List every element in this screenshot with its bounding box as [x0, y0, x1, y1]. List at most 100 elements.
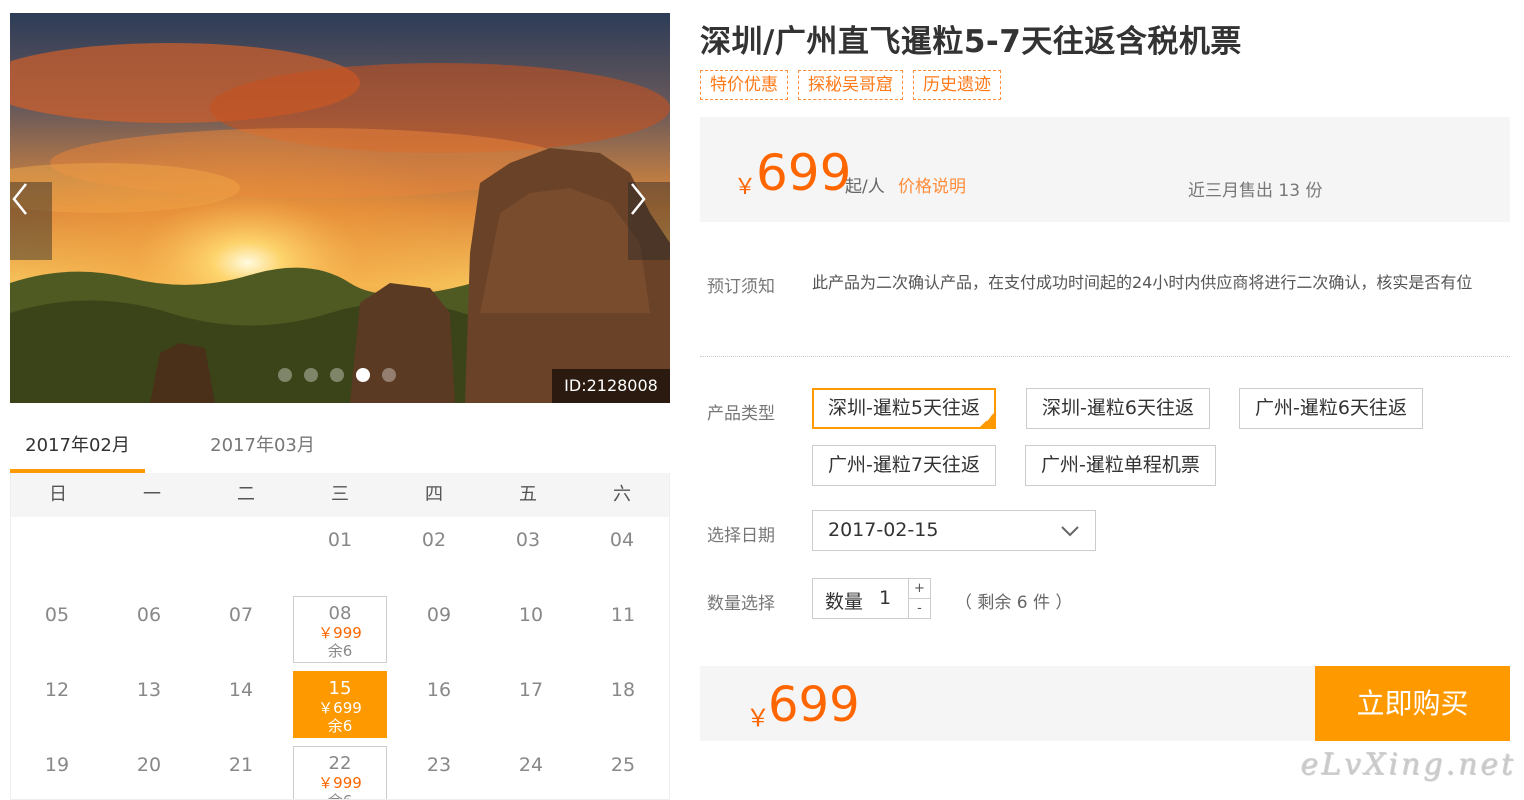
day-number	[105, 517, 199, 529]
quantity-field-label: 数量	[825, 591, 864, 613]
calendar-day: 09	[393, 592, 485, 667]
day-price: ￥999	[318, 624, 362, 642]
calendar-day: 07	[195, 592, 287, 667]
day-number: 07	[228, 604, 254, 626]
sold-count: 近三月售出 13 份	[1188, 181, 1323, 201]
tab-month-feb[interactable]: 2017年02月	[10, 425, 145, 473]
day-number: 23	[426, 754, 452, 776]
option-sz-siem-5d[interactable]: 深圳-暹粒5天往返 ✓	[812, 388, 996, 429]
carousel-dot[interactable]	[304, 368, 318, 382]
price-explain-link[interactable]: 价格说明	[898, 172, 966, 197]
day-number: 22	[328, 753, 352, 774]
option-gz-siem-oneway[interactable]: 广州-暹粒单程机票	[1025, 445, 1216, 486]
buy-now-button[interactable]: 立即购买	[1315, 666, 1510, 741]
carousel-next-button[interactable]	[628, 182, 670, 260]
day-number	[11, 517, 105, 529]
calendar-day: 21	[195, 742, 287, 799]
buy-bar: ￥ 699 立即购买	[700, 666, 1510, 741]
calendar-day: 19	[11, 742, 103, 799]
quantity-label: 数量选择	[707, 594, 775, 614]
chevron-left-icon	[12, 183, 27, 215]
calendar-day-available[interactable]: 15 ￥699 余6	[293, 671, 387, 738]
calendar-day-available[interactable]: 08 ￥999 余6	[293, 596, 387, 663]
calendar-weekday-header: 日 一 二 三 四 五 六	[11, 473, 669, 517]
calendar-day: 01	[293, 517, 387, 592]
carousel-image	[10, 13, 670, 403]
calendar-week-row: 12 13 14 15 ￥699 余6 16 17 18	[11, 667, 669, 742]
day-number: 14	[228, 679, 254, 701]
product-tags: 特价优惠 探秘吴哥窟 历史遗迹	[700, 70, 1001, 100]
carousel-prev-button[interactable]	[10, 182, 52, 260]
weekday-label: 三	[331, 484, 349, 505]
calendar-day: 06	[103, 592, 195, 667]
calendar-day	[11, 517, 105, 592]
day-number: 18	[610, 679, 636, 701]
day-number: 16	[426, 679, 452, 701]
weekday-label: 五	[519, 484, 537, 505]
calendar-day: 02	[387, 517, 481, 592]
day-number: 15	[328, 678, 352, 699]
chevron-down-icon	[1061, 526, 1079, 537]
day-stock: 余6	[294, 792, 386, 799]
day-number: 17	[518, 679, 544, 701]
day-number: 21	[228, 754, 254, 776]
date-select[interactable]: 2017-02-15	[812, 510, 1096, 551]
day-number: 05	[44, 604, 70, 626]
tag-badge: 探秘吴哥窟	[798, 70, 903, 100]
calendar-day: 23	[393, 742, 485, 799]
calendar-day: 25	[577, 742, 669, 799]
price-unit: 起/人	[845, 177, 885, 197]
day-number: 04	[609, 529, 635, 551]
option-gz-siem-6d[interactable]: 广州-暹粒6天往返	[1239, 388, 1423, 429]
calendar-week-row: 01 02 03 04	[11, 517, 669, 592]
product-title: 深圳/广州直飞暹粒5-7天往返含税机票	[700, 24, 1242, 60]
day-number: 20	[136, 754, 162, 776]
calendar-day-available[interactable]: 22￥999余6	[293, 746, 387, 799]
price-calendar: 日 一 二 三 四 五 六 01 02 03 04 05 06 07 08 ￥999 余6 09 10…	[10, 473, 670, 800]
date-label: 选择日期	[707, 526, 775, 546]
calendar-day: 05	[11, 592, 103, 667]
divider	[700, 356, 1510, 357]
option-label: 广州-暹粒6天往返	[1255, 397, 1407, 419]
calendar-day: 13	[103, 667, 195, 742]
calendar-day: 12	[11, 667, 103, 742]
site-watermark: eLvXing.net	[1300, 747, 1516, 782]
quantity-input[interactable]: 1	[879, 587, 909, 609]
day-price: ￥999	[318, 774, 362, 792]
day-number: 25	[610, 754, 636, 776]
option-label: 深圳-暹粒5天往返	[828, 397, 980, 419]
tag-badge: 历史遗迹	[913, 70, 1001, 100]
notice-label: 预订须知	[707, 277, 775, 297]
tag-badge: 特价优惠	[700, 70, 788, 100]
day-number: 03	[515, 529, 541, 551]
calendar-grid: 01 02 03 04 05 06 07 08 ￥999 余6 09 10 11 12 13 14 15 ￥699…	[11, 517, 669, 799]
option-label: 深圳-暹粒6天往返	[1042, 397, 1194, 419]
photo-carousel: ID:2128008	[10, 13, 670, 403]
calendar-day: 11	[577, 592, 669, 667]
quantity-decrease-button[interactable]: -	[909, 599, 930, 619]
notice-text: 此产品为二次确认产品，在支付成功时间起的24小时内供应商将进行二次确认，核实是否…	[812, 273, 1473, 292]
carousel-dots	[278, 368, 396, 382]
tab-month-mar[interactable]: 2017年03月	[195, 425, 330, 473]
carousel-dot[interactable]	[356, 368, 370, 382]
day-number: 02	[421, 529, 447, 551]
calendar-day	[199, 517, 293, 592]
date-value: 2017-02-15	[828, 519, 939, 541]
carousel-dot[interactable]	[278, 368, 292, 382]
calendar-day: 17	[485, 667, 577, 742]
calendar-day: 18	[577, 667, 669, 742]
option-sz-siem-6d[interactable]: 深圳-暹粒6天往返	[1026, 388, 1210, 429]
image-id-label: ID:2128008	[552, 369, 670, 403]
quantity-increase-button[interactable]: +	[909, 579, 930, 599]
option-gz-siem-7d[interactable]: 广州-暹粒7天往返	[812, 445, 996, 486]
weekday-label: 四	[425, 484, 443, 505]
chevron-right-icon	[631, 183, 646, 215]
weekday-label: 日	[49, 484, 67, 505]
carousel-dot[interactable]	[330, 368, 344, 382]
calendar-day: 16	[393, 667, 485, 742]
day-number: 11	[610, 604, 636, 626]
month-tabs: 2017年02月 2017年03月	[10, 425, 670, 473]
carousel-dot[interactable]	[382, 368, 396, 382]
day-number: 10	[518, 604, 544, 626]
calendar-day: 14	[195, 667, 287, 742]
